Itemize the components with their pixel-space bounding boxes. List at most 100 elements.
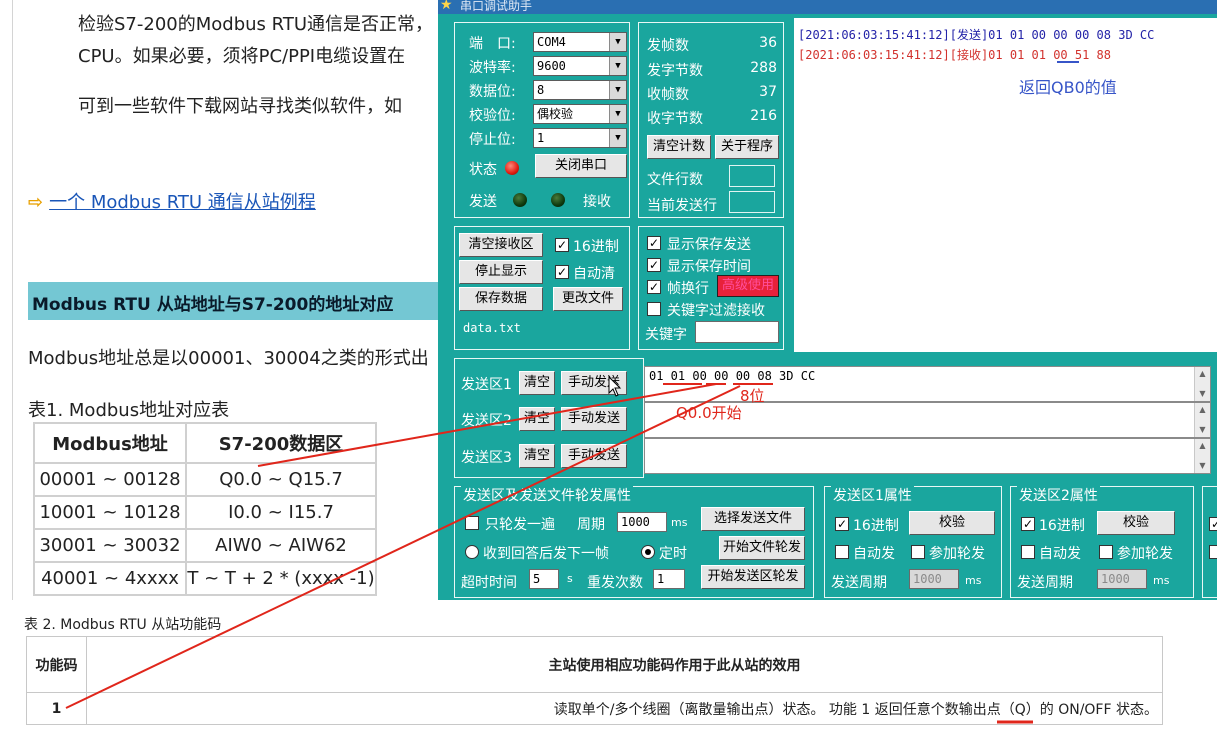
keyword-label: 关键字 [645,327,687,343]
table-header-cell: S7-200数据区 [185,422,377,464]
show-save-time-label: 显示保存时间 [667,259,751,275]
qb0-annotation: 返回QB0的值 [1019,78,1117,97]
tx-frames-value: 36 [759,35,777,51]
arrow-right-icon: ⇨ [28,192,44,213]
zone1-checksum-button[interactable]: 校验 [909,511,995,535]
frame-wrap-checkbox[interactable]: ✓ [647,280,661,294]
save-data-button[interactable]: 保存数据 [459,287,543,311]
rotation-title: 发送区及发送文件轮发属性 [461,485,633,505]
table-row: 40001 ~ 4xxxx T ~ T + 2 * (xxxx -1) [33,561,377,596]
send-zone-2-clear-button[interactable]: 清空 [519,407,555,431]
file-lines-display [729,165,775,187]
section-heading-text: Modbus RTU 从站地址与S7-200的地址对应 [32,295,394,315]
send-zone-2-send-button[interactable]: 手动发送 [561,407,627,431]
scroll-up-icon[interactable]: ▲ [1195,367,1210,381]
receive-controls-group: 清空接收区 ✓ 16进制 停止显示 ✓ 自动清 保存数据 更改文件 data.t… [454,226,630,350]
port-settings-group: 端 口: COM4 ▼ 波特率: 9600 ▼ 数据位: 8 ▼ 校验位: 偶校验 ▼ … [454,22,630,218]
zone2-checksum-button[interactable]: 校验 [1097,511,1175,535]
scrollbar[interactable]: ▲ ▼ [1194,403,1210,437]
databits-select[interactable]: 8 ▼ [533,80,627,100]
scrollbar[interactable]: ▲ ▼ [1194,439,1210,473]
stop-display-button[interactable]: 停止显示 [459,260,543,284]
period-label: 周期 [577,517,605,533]
zone2-auto-checkbox[interactable] [1021,545,1035,559]
baud-select[interactable]: 9600 ▼ [533,56,627,76]
change-file-button[interactable]: 更改文件 [553,287,623,311]
send-led-icon [513,193,527,207]
zone1-join-checkbox[interactable] [911,545,925,559]
document-page: 检验S7-200的Modbus RTU通信是否正常， CPU。如果必要，须将PC… [0,0,440,600]
zone2-period-input[interactable]: 1000 [1097,569,1147,589]
keyword-input[interactable] [695,321,779,343]
status-label: 状态 [469,162,497,178]
document-lower-section: 表 2. Modbus RTU 从站功能码 功能码 主站使用相应功能码作用于此从… [0,600,1217,733]
timeout-input[interactable]: 5 [529,569,559,589]
period-unit: ms [671,516,688,529]
scrollbar[interactable]: ▲ ▼ [1194,367,1210,401]
retry-input[interactable]: 1 [653,569,685,589]
zone3-auto-checkbox[interactable] [1209,545,1217,559]
zone2-hex-checkbox[interactable]: ✓ [1021,517,1035,531]
about-button[interactable]: 关于程序 [715,135,779,159]
period-input[interactable]: 1000 [617,512,667,532]
select-file-button[interactable]: 选择发送文件 [701,507,805,531]
zone1-hex-checkbox[interactable]: ✓ [835,517,849,531]
modbus-example-link[interactable]: 一个 Modbus RTU 通信从站例程 [49,192,316,213]
zone1-auto-checkbox[interactable] [835,545,849,559]
scroll-up-icon[interactable]: ▲ [1195,439,1210,453]
zone2-hex-label: 16进制 [1039,518,1085,534]
table-header-cell: Modbus地址 [33,422,187,464]
parity-select[interactable]: 偶校验 ▼ [533,104,627,124]
close-port-button[interactable]: 关闭串口 [535,154,627,178]
zone2-join-checkbox[interactable] [1099,545,1113,559]
only-once-checkbox[interactable] [465,516,479,530]
stopbits-select[interactable]: 1 ▼ [533,128,627,148]
send-zone-3-clear-button[interactable]: 清空 [519,444,555,468]
clear-receive-button[interactable]: 清空接收区 [459,233,543,257]
start-zone-rotation-button[interactable]: 开始发送区轮发 [701,565,805,589]
recv-indicator-label: 接收 [583,194,611,210]
after-reply-label: 收到回答后发下一帧 [483,546,609,562]
after-reply-radio[interactable] [465,545,479,559]
section-heading: Modbus RTU 从站地址与S7-200的地址对应 [28,282,440,320]
zone2-properties-group: 发送区2属性 ✓ 16进制 校验 自动发 参加轮发 发送周期 1000 ms [1010,485,1194,598]
timed-radio[interactable] [641,545,655,559]
zone2-period-label: 发送周期 [1017,575,1073,591]
zone3-hex-checkbox[interactable]: ✓ [1209,517,1217,531]
send-zone-1-clear-button[interactable]: 清空 [519,371,555,395]
clear-count-button[interactable]: 清空计数 [647,135,711,159]
receive-textarea[interactable]: [2021:06:03:15:41:12][发送]01 01 00 00 00 … [794,18,1217,352]
send-zone-1-textarea[interactable]: 01 01 00 00 00 08 3D CC ▲ ▼ [644,366,1211,402]
timed-label: 定时 [659,546,687,562]
scroll-down-icon[interactable]: ▼ [1195,459,1210,473]
start-file-rotation-button[interactable]: 开始文件轮发 [719,536,805,560]
zone1-period-input[interactable]: 1000 [909,569,959,589]
receive-line: [2021:06:03:15:41:12][发送]01 01 00 00 00 … [798,28,1155,42]
table-row: 1 读取单个/多个线圈（离散量输出点）状态。 功能 1 返回任意个数输出点（Q）… [26,692,1163,725]
keyword-filter-checkbox[interactable] [647,302,661,316]
send-zone-3-send-button[interactable]: 手动发送 [561,444,627,468]
modbus-address-table: Modbus地址 S7-200数据区 00001 ~ 00128 Q0.0 ~ … [33,422,377,596]
send-zone-3-textarea[interactable]: ▲ ▼ [644,438,1211,474]
show-save-send-checkbox[interactable]: ✓ [647,236,661,250]
advanced-button[interactable]: 高级使用 [717,275,779,297]
table-row: 30001 ~ 30032 AIW0 ~ AIW62 [33,528,377,563]
port-select[interactable]: COM4 ▼ [533,32,627,52]
table-cell: T ~ T + 2 * (xxxx -1) [185,561,377,596]
table-cell: 40001 ~ 4xxxx [33,561,187,596]
eight-bits-annotation: 8位 [740,387,765,405]
function-code-table: 功能码 主站使用相应功能码作用于此从站的效用 1 读取单个/多个线圈（离散量输出… [26,636,1163,725]
auto-clear-checkbox[interactable]: ✓ [555,265,569,279]
doc-paragraph-line: 检验S7-200的Modbus RTU通信是否正常， [78,14,433,35]
show-save-time-checkbox[interactable]: ✓ [647,258,661,272]
hex-display-checkbox[interactable]: ✓ [555,238,569,252]
scroll-down-icon[interactable]: ▼ [1195,423,1210,437]
port-label: 端 口: [469,36,516,52]
current-line-display [729,191,775,213]
zone3-properties-group: ✓ [1202,486,1217,598]
scroll-up-icon[interactable]: ▲ [1195,403,1210,417]
current-line-label: 当前发送行 [647,198,717,214]
scroll-down-icon[interactable]: ▼ [1195,387,1210,401]
timeout-unit: s [567,572,573,585]
table-cell: 00001 ~ 00128 [33,462,187,497]
